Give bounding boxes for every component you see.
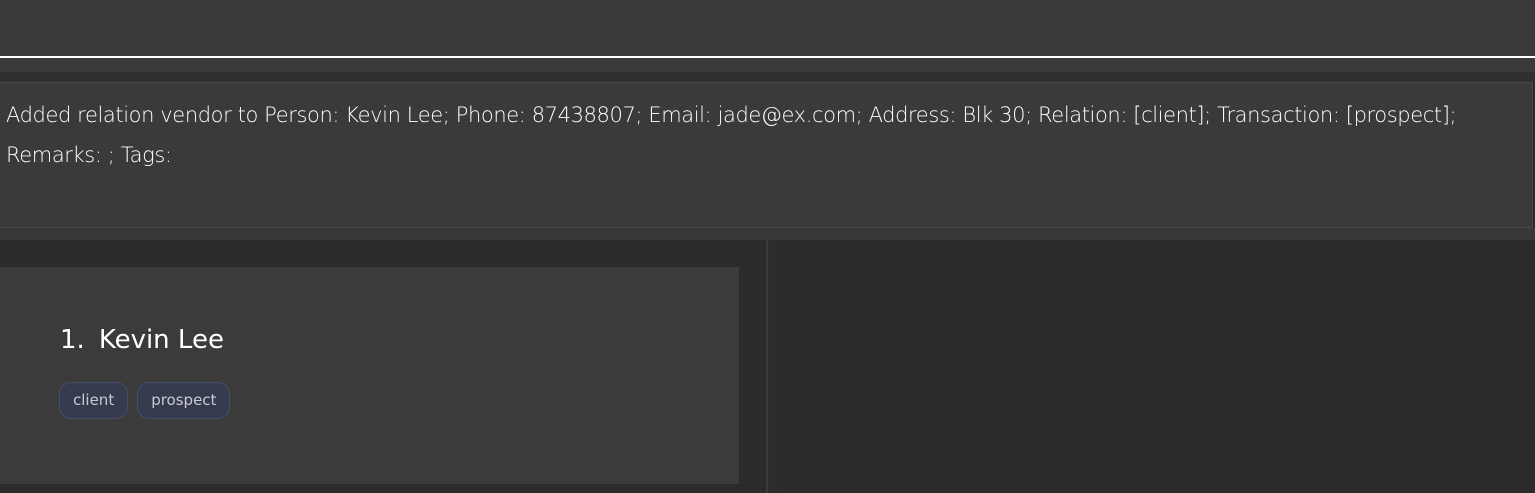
- command-result-separator: [0, 72, 1535, 82]
- person-card-title: 1. Kevin Lee: [60, 322, 224, 358]
- tag-client: client: [59, 382, 129, 419]
- result-list-separator: [0, 228, 1535, 240]
- app-window: Added relation vendor to Person: Kevin L…: [0, 0, 1535, 493]
- person-name: Kevin Lee: [98, 325, 224, 355]
- person-card[interactable]: [0, 267, 739, 484]
- result-display[interactable]: Added relation vendor to Person: Kevin L…: [0, 82, 1533, 228]
- result-message: Added relation vendor to Person: Kevin L…: [6, 103, 1457, 167]
- command-box: [0, 0, 1535, 72]
- person-index: 1.: [60, 325, 85, 355]
- command-input-underline: [0, 56, 1535, 58]
- person-tags: client prospect: [59, 382, 231, 419]
- person-detail-panel: [778, 240, 1535, 493]
- tag-prospect: prospect: [137, 382, 231, 419]
- split-pane-divider-line: [766, 240, 768, 493]
- command-input[interactable]: [0, 0, 1535, 56]
